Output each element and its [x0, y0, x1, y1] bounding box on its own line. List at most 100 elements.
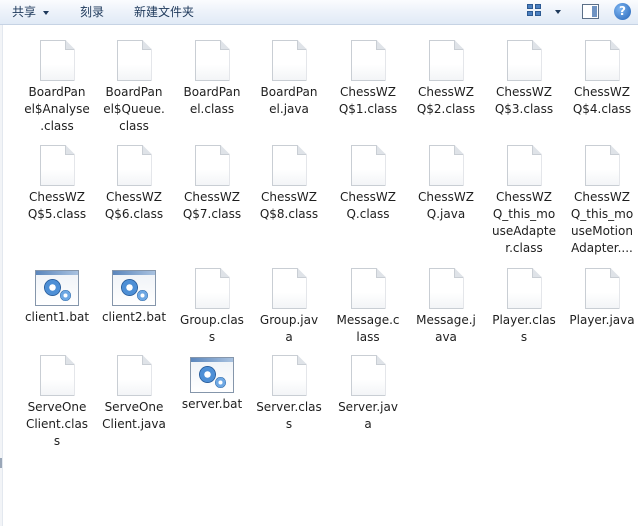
- document-file-icon: [194, 40, 230, 81]
- file-name-line: Client.clas: [25, 417, 89, 431]
- file-item[interactable]: ChessWZ Q.java: [407, 145, 485, 223]
- file-name-line: s: [520, 330, 528, 344]
- file-item[interactable]: BoardPan el.class: [173, 40, 251, 118]
- file-item[interactable]: ChessWZ Q$7.class: [173, 145, 251, 223]
- file-item[interactable]: ChessWZ Q$6.class: [95, 145, 173, 223]
- file-name-line: Q_this_mo: [570, 207, 634, 221]
- file-name-line: server.bat: [181, 397, 243, 411]
- file-item[interactable]: Player.java: [563, 268, 638, 329]
- file-item[interactable]: client1.bat: [18, 268, 96, 326]
- file-item[interactable]: BoardPan el.java: [250, 40, 328, 118]
- file-name-label: BoardPan el$Analyse .class: [18, 84, 96, 135]
- document-file-icon: [39, 40, 75, 81]
- file-item[interactable]: client2.bat: [95, 268, 173, 326]
- file-item[interactable]: ChessWZ Q.class: [329, 145, 407, 223]
- file-name-line: s: [208, 330, 216, 344]
- change-view-icon[interactable]: [527, 4, 543, 18]
- document-file-icon: [116, 355, 152, 396]
- file-name-line: ChessWZ: [106, 190, 162, 204]
- file-name-label: ChessWZ Q$1.class: [329, 84, 407, 118]
- file-item[interactable]: ChessWZ Q$5.class: [18, 145, 96, 223]
- file-item[interactable]: Group.clas s: [173, 268, 251, 346]
- file-name-line: Q$7.class: [182, 207, 242, 221]
- file-name-line: BoardPan: [260, 85, 318, 99]
- file-name-label: Player.clas s: [485, 312, 563, 346]
- file-item[interactable]: ChessWZ Q$2.class: [407, 40, 485, 118]
- share-button[interactable]: 共享: [12, 0, 36, 24]
- document-file-icon: [350, 355, 386, 396]
- file-name-line: ChessWZ: [184, 190, 240, 204]
- file-item[interactable]: ChessWZ Q_this_mo useAdapte r.class: [485, 145, 563, 257]
- new-folder-button[interactable]: 新建文件夹: [134, 0, 194, 24]
- file-name-line: Player.java: [569, 313, 635, 327]
- file-name-label: Message.j ava: [407, 312, 485, 346]
- preview-pane-icon[interactable]: [582, 4, 599, 19]
- document-file-icon: [271, 145, 307, 186]
- file-name-line: useAdapte: [492, 224, 556, 238]
- file-name-line: Q$6.class: [104, 207, 164, 221]
- burn-label: 刻录: [80, 5, 105, 19]
- file-name-line: ChessWZ: [340, 190, 396, 204]
- file-name-line: Q$3.class: [494, 102, 554, 116]
- file-name-line: lass: [356, 330, 380, 344]
- file-item[interactable]: BoardPan el$Analyse .class: [18, 40, 96, 135]
- file-item[interactable]: ServeOne Client.clas s: [18, 355, 96, 450]
- file-name-label: Server.clas s: [250, 399, 328, 433]
- file-name-label: client1.bat: [18, 309, 96, 326]
- document-file-icon: [428, 145, 464, 186]
- help-icon[interactable]: ?: [614, 3, 631, 20]
- file-item[interactable]: BoardPan el$Queue. class: [95, 40, 173, 135]
- burn-button[interactable]: 刻录: [80, 0, 104, 24]
- file-name-line: s: [285, 417, 293, 431]
- file-name-label: ChessWZ Q.java: [407, 189, 485, 223]
- file-name-line: BoardPan: [105, 85, 163, 99]
- new-folder-label: 新建文件夹: [134, 5, 195, 19]
- file-item[interactable]: ChessWZ Q_this_mo useMotion Adapter....: [563, 145, 638, 257]
- file-name-label: ChessWZ Q$3.class: [485, 84, 563, 118]
- document-file-icon: [428, 268, 464, 309]
- file-name-line: BoardPan: [183, 85, 241, 99]
- file-item[interactable]: ChessWZ Q$4.class: [563, 40, 638, 118]
- file-item[interactable]: Player.clas s: [485, 268, 563, 346]
- file-item[interactable]: Message.c lass: [329, 268, 407, 346]
- file-name-line: useMotion: [571, 224, 633, 238]
- document-file-icon: [584, 268, 620, 309]
- file-item[interactable]: server.bat: [173, 355, 251, 413]
- file-name-label: Group.jav a: [250, 312, 328, 346]
- file-item[interactable]: Message.j ava: [407, 268, 485, 346]
- document-file-icon: [506, 268, 542, 309]
- file-name-line: Message.j: [416, 313, 476, 327]
- document-file-icon: [194, 145, 230, 186]
- file-name-line: Q$5.class: [27, 207, 87, 221]
- file-name-line: ChessWZ: [340, 85, 396, 99]
- file-name-line: ChessWZ: [574, 190, 630, 204]
- file-name-line: ChessWZ: [496, 85, 552, 99]
- file-item[interactable]: Group.jav a: [250, 268, 328, 346]
- file-name-label: Message.c lass: [329, 312, 407, 346]
- document-file-icon: [39, 355, 75, 396]
- file-item[interactable]: Server.jav a: [329, 355, 407, 433]
- file-item[interactable]: ChessWZ Q$3.class: [485, 40, 563, 118]
- document-file-icon: [506, 145, 542, 186]
- file-name-label: ChessWZ Q$6.class: [95, 189, 173, 223]
- file-name-label: ChessWZ Q.class: [329, 189, 407, 223]
- file-name-line: el$Queue.: [103, 102, 165, 116]
- file-name-label: BoardPan el.java: [250, 84, 328, 118]
- file-item[interactable]: ChessWZ Q$1.class: [329, 40, 407, 118]
- file-name-line: Q$2.class: [416, 102, 476, 116]
- file-name-line: Server.jav: [338, 400, 398, 414]
- file-item[interactable]: ServeOne Client.java: [95, 355, 173, 433]
- file-name-line: ServeOne: [104, 400, 164, 414]
- document-file-icon: [271, 355, 307, 396]
- batch-file-icon: [35, 270, 79, 306]
- file-item[interactable]: Server.clas s: [250, 355, 328, 433]
- file-item[interactable]: ChessWZ Q$8.class: [250, 145, 328, 223]
- document-file-icon: [350, 268, 386, 309]
- file-name-line: ChessWZ: [574, 85, 630, 99]
- file-name-line: el.java: [269, 102, 309, 116]
- file-name-label: Player.java: [563, 312, 638, 329]
- view-dropdown-icon[interactable]: [555, 10, 561, 14]
- file-name-label: ChessWZ Q$8.class: [250, 189, 328, 223]
- resize-handle[interactable]: [0, 458, 5, 468]
- file-name-line: Group.clas: [180, 313, 244, 327]
